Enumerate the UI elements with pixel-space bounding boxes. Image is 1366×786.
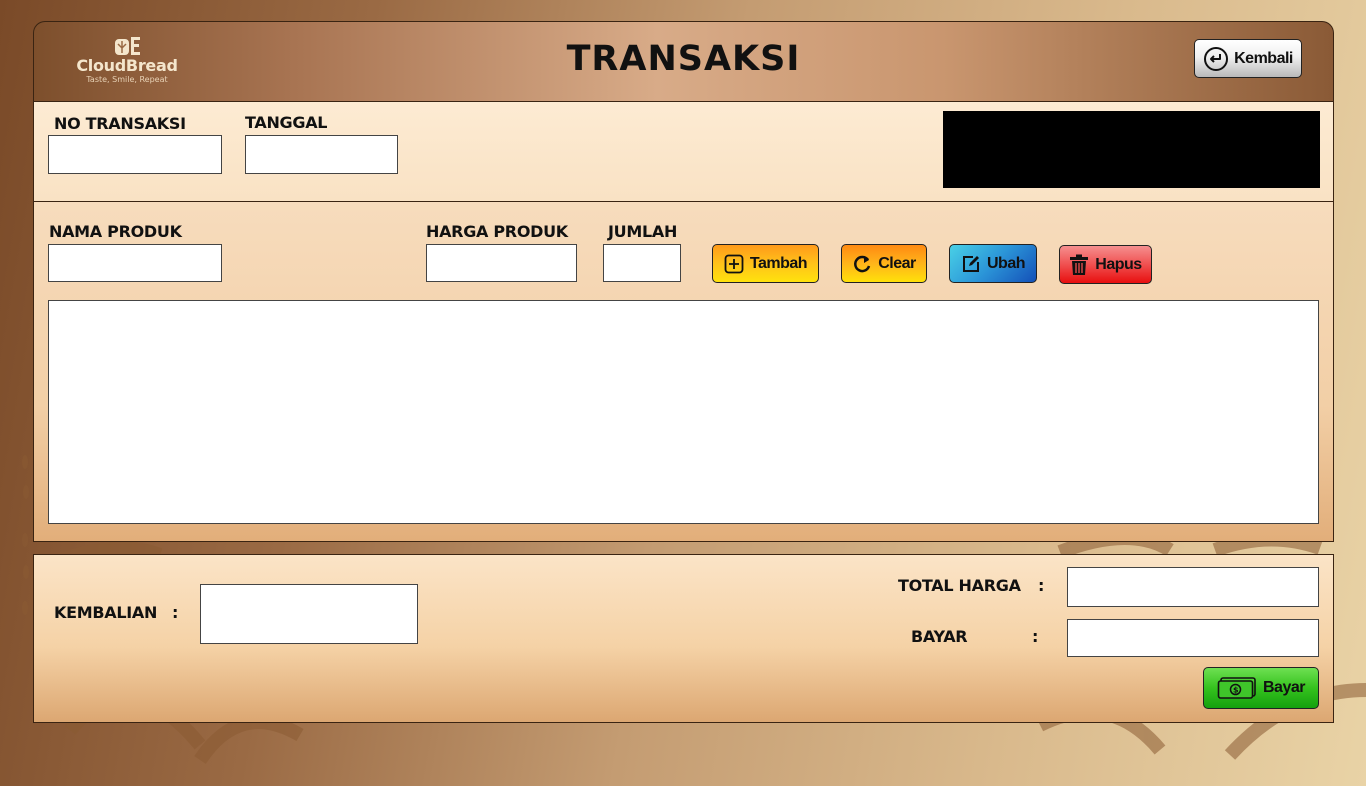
pay-button-label: Bayar	[1263, 679, 1305, 696]
trash-icon	[1070, 254, 1089, 275]
money-bill-icon: $	[1217, 677, 1256, 699]
bayar-label: BAYAR	[911, 627, 968, 646]
back-button[interactable]: Kembali	[1194, 39, 1302, 78]
edit-button-label: Ubah	[987, 254, 1026, 272]
nama-produk-input[interactable]	[48, 244, 222, 282]
total-harga-colon: :	[1038, 576, 1045, 595]
no-transaksi-label: NO TRANSAKSI	[54, 114, 186, 133]
jumlah-label: JUMLAH	[608, 222, 678, 241]
refresh-icon	[854, 255, 871, 272]
tanggal-input[interactable]	[245, 135, 398, 174]
kembalian-output[interactable]	[200, 584, 418, 644]
kembalian-label: KEMBALIAN	[54, 603, 158, 622]
kembalian-colon: :	[172, 603, 179, 622]
tanggal-label: TANGGAL	[245, 113, 328, 132]
plus-square-icon	[724, 254, 744, 273]
bayar-input[interactable]	[1067, 619, 1319, 657]
harga-produk-input[interactable]	[426, 244, 577, 282]
edit-icon	[963, 255, 979, 272]
delete-button-label: Hapus	[1095, 255, 1142, 273]
display-panel	[943, 111, 1320, 188]
delete-button[interactable]: Hapus	[1059, 245, 1152, 284]
nama-produk-label: NAMA PRODUK	[49, 222, 182, 241]
harga-produk-label: HARGA PRODUK	[426, 222, 568, 241]
no-transaksi-input[interactable]	[48, 135, 222, 174]
bayar-colon: :	[1032, 627, 1039, 646]
page-title: TRANSAKSI	[566, 39, 801, 79]
total-harga-label: TOTAL HARGA	[898, 576, 1021, 595]
clear-button[interactable]: Clear	[841, 244, 927, 283]
return-arrow-icon	[1204, 46, 1229, 71]
back-button-label: Kembali	[1234, 49, 1293, 67]
pay-button[interactable]: $ Bayar	[1203, 667, 1319, 709]
header-bar: CloudBread Taste, Smile, Repeat TRANSAKS…	[33, 21, 1334, 101]
transaction-table[interactable]	[48, 300, 1319, 524]
total-harga-input[interactable]	[1067, 567, 1319, 607]
jumlah-input[interactable]	[603, 244, 681, 282]
add-button[interactable]: Tambah	[712, 244, 819, 283]
add-button-label: Tambah	[749, 254, 808, 272]
edit-button[interactable]: Ubah	[949, 244, 1037, 283]
clear-button-label: Clear	[878, 254, 916, 272]
